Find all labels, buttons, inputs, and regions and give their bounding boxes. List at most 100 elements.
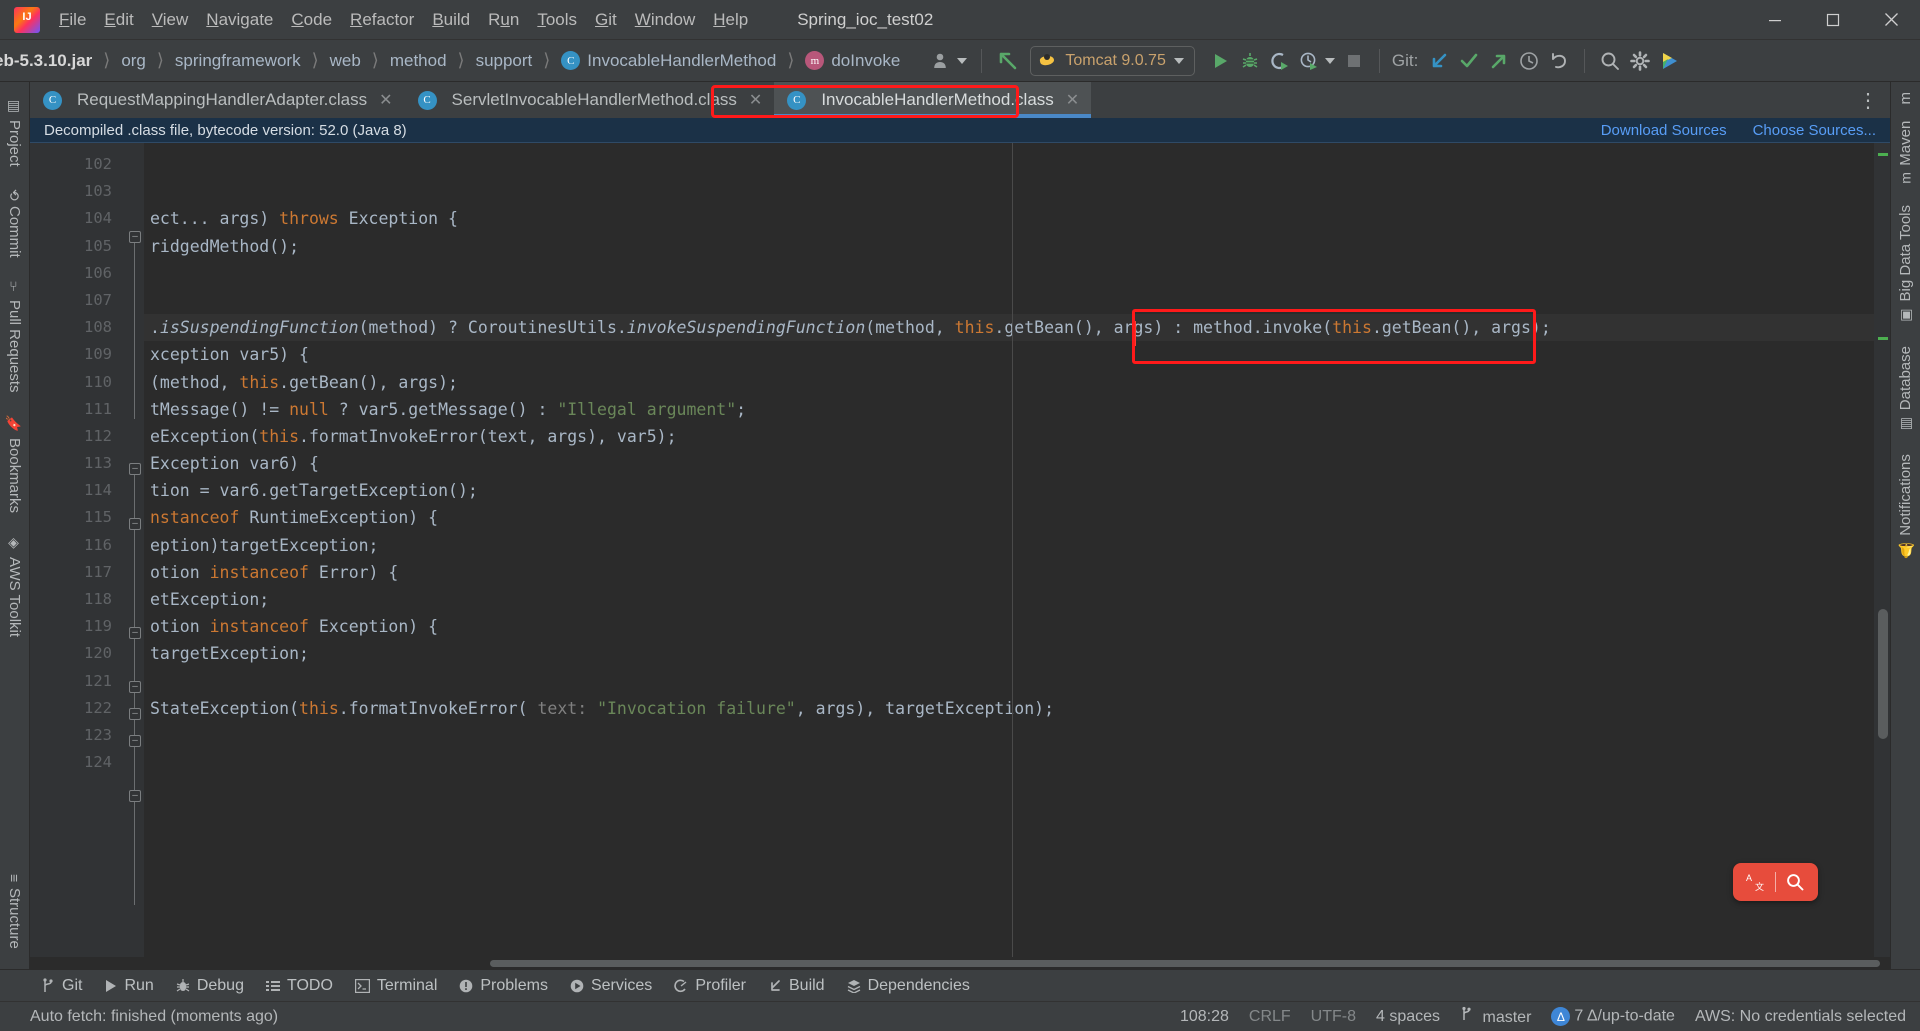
sidebar-item-bookmarks[interactable]: 🔖 Bookmarks bbox=[3, 405, 26, 523]
tool-window-services[interactable]: Services bbox=[559, 974, 663, 998]
sidebar-item-structure[interactable]: ≡ Structure bbox=[3, 864, 26, 959]
code-line[interactable] bbox=[144, 178, 1874, 205]
sidebar-item-project[interactable]: ▤ Project bbox=[3, 88, 26, 177]
close-icon[interactable]: ✕ bbox=[749, 90, 762, 110]
tool-window-todo[interactable]: TODO bbox=[255, 974, 344, 998]
menu-edit[interactable]: Edit bbox=[95, 6, 142, 34]
code-line[interactable]: ridgedMethod(); bbox=[144, 233, 1874, 260]
menu-navigate[interactable]: Navigate bbox=[197, 6, 282, 34]
code-line[interactable] bbox=[144, 722, 1874, 749]
floating-search-widget[interactable]: A 文 bbox=[1733, 863, 1818, 901]
debug-button[interactable] bbox=[1235, 46, 1265, 76]
fold-toggle-icon[interactable]: – bbox=[129, 231, 141, 243]
caret-position[interactable]: 108:28 bbox=[1180, 1008, 1229, 1026]
code-line[interactable] bbox=[144, 287, 1874, 314]
sidebar-item-maven-m[interactable]: m bbox=[1894, 88, 1917, 109]
breadcrumb-item-web[interactable]: web bbox=[328, 49, 363, 73]
code-line[interactable]: etException; bbox=[144, 586, 1874, 613]
menu-help[interactable]: Help bbox=[704, 6, 757, 34]
download-sources-link[interactable]: Download Sources bbox=[1601, 122, 1727, 139]
code-line[interactable]: otion instanceof Exception) { bbox=[144, 613, 1874, 640]
close-icon[interactable]: ✕ bbox=[379, 90, 392, 110]
ide-feature-icon[interactable] bbox=[1655, 46, 1685, 76]
code-line[interactable]: tion = var6.getTargetException(); bbox=[144, 477, 1874, 504]
breadcrumb-item-springframework[interactable]: springframework bbox=[173, 49, 303, 73]
minimize-icon[interactable] bbox=[1746, 0, 1804, 39]
code-content[interactable]: ect... args) throws Exception { ridgedMe… bbox=[144, 143, 1874, 957]
file-encoding[interactable]: UTF-8 bbox=[1311, 1008, 1356, 1026]
sidebar-item-notifications[interactable]: 🔔 Notifications bbox=[1894, 444, 1917, 569]
tab-request-mapping-handler-adapter[interactable]: C RequestMappingHandlerAdapter.class ✕ bbox=[30, 82, 405, 118]
breadcrumb-item-method-doinvoke[interactable]: m doInvoke bbox=[803, 49, 902, 73]
tool-window-dependencies[interactable]: Dependencies bbox=[836, 974, 981, 998]
code-line[interactable] bbox=[144, 151, 1874, 178]
code-line[interactable]: tMessage() != null ? var5.getMessage() :… bbox=[144, 396, 1874, 423]
code-line[interactable]: nstanceof RuntimeException) { bbox=[144, 504, 1874, 531]
menu-build[interactable]: Build bbox=[423, 6, 479, 34]
more-options-icon[interactable]: ⋮ bbox=[1846, 82, 1890, 118]
close-icon[interactable] bbox=[1862, 0, 1920, 39]
editor-marker-bar[interactable] bbox=[1874, 143, 1890, 957]
gear-icon[interactable] bbox=[1625, 46, 1655, 76]
tool-window-profiler[interactable]: Profiler bbox=[663, 974, 757, 998]
rollback-undo-icon[interactable] bbox=[1544, 46, 1574, 76]
vertical-scrollbar-thumb[interactable] bbox=[1878, 609, 1888, 739]
code-line[interactable]: otion instanceof Error) { bbox=[144, 559, 1874, 586]
code-line[interactable]: eException(this.formatInvokeError(text, … bbox=[144, 423, 1874, 450]
arrow-up-left-icon[interactable] bbox=[992, 46, 1024, 76]
tool-window-problems[interactable]: Problems bbox=[448, 974, 559, 998]
sidebar-item-database[interactable]: ▤ Database bbox=[1894, 336, 1917, 442]
sidebar-item-pull-requests[interactable]: ⑂ Pull Requests bbox=[3, 270, 26, 403]
horizontal-scrollbar[interactable] bbox=[30, 957, 1890, 969]
breadcrumb-item-support[interactable]: support bbox=[474, 49, 535, 73]
code-line[interactable] bbox=[144, 260, 1874, 287]
tab-servlet-invocable-handler-method[interactable]: C ServletInvocableHandlerMethod.class ✕ bbox=[405, 82, 775, 118]
fold-toggle-icon[interactable]: – bbox=[129, 708, 141, 720]
run-configuration-selector[interactable]: Tomcat 9.0.75 bbox=[1030, 45, 1195, 76]
code-line-current[interactable]: .isSuspendingFunction(method) ? Coroutin… bbox=[144, 314, 1874, 342]
update-project-icon[interactable] bbox=[1424, 46, 1454, 76]
horizontal-scrollbar-thumb[interactable] bbox=[490, 960, 1880, 967]
fold-toggle-icon[interactable]: – bbox=[129, 518, 141, 530]
push-arrow-icon[interactable] bbox=[1484, 46, 1514, 76]
fold-toggle-icon[interactable]: – bbox=[129, 627, 141, 639]
code-folding-gutter[interactable]: – – – – – – – – bbox=[126, 143, 144, 957]
search-icon[interactable] bbox=[1595, 46, 1625, 76]
aws-credentials-widget[interactable]: AWS: No credentials selected bbox=[1695, 1008, 1906, 1026]
menu-git[interactable]: Git bbox=[586, 6, 626, 34]
maximize-icon[interactable] bbox=[1804, 0, 1862, 39]
sidebar-item-aws-toolkit[interactable]: ◈ AWS Toolkit bbox=[3, 525, 26, 647]
translate-icon[interactable]: A 文 bbox=[1737, 863, 1775, 901]
code-line[interactable]: ect... args) throws Exception { bbox=[144, 205, 1874, 232]
indent-setting[interactable]: 4 spaces bbox=[1376, 1008, 1440, 1026]
code-line[interactable]: eption)targetException; bbox=[144, 532, 1874, 559]
run-with-coverage-button[interactable] bbox=[1265, 46, 1295, 76]
run-button[interactable] bbox=[1205, 46, 1235, 76]
search-icon[interactable] bbox=[1776, 863, 1814, 901]
menu-run[interactable]: Run bbox=[479, 6, 528, 34]
tool-window-run[interactable]: Run bbox=[93, 974, 164, 998]
tool-window-git[interactable]: Git bbox=[30, 974, 93, 998]
menu-window[interactable]: Window bbox=[626, 6, 704, 34]
code-editor[interactable]: 102 103 104 105 106 107 108 109 110 111 … bbox=[30, 143, 1890, 957]
menu-tools[interactable]: Tools bbox=[528, 6, 586, 34]
breadcrumb-item-org[interactable]: org bbox=[119, 49, 148, 73]
menu-code[interactable]: Code bbox=[282, 6, 341, 34]
fold-toggle-icon[interactable]: – bbox=[129, 790, 141, 802]
fold-toggle-icon[interactable]: – bbox=[129, 463, 141, 475]
sidebar-item-commit[interactable]: ⟲ Commit bbox=[3, 179, 26, 268]
tool-window-terminal[interactable]: Terminal bbox=[344, 974, 448, 998]
sidebar-item-maven[interactable]: m Maven bbox=[1894, 111, 1917, 194]
tool-window-debug[interactable]: Debug bbox=[165, 974, 255, 998]
breadcrumb-item-class[interactable]: C InvocableHandlerMethod bbox=[559, 49, 778, 73]
menu-view[interactable]: View bbox=[143, 6, 198, 34]
update-status-widget[interactable]: Δ7 Δ/up-to-date bbox=[1551, 1007, 1675, 1026]
tab-invocable-handler-method[interactable]: C InvocableHandlerMethod.class ✕ bbox=[774, 82, 1092, 118]
git-branch-widget[interactable]: master bbox=[1460, 1006, 1531, 1027]
code-line[interactable] bbox=[144, 749, 1874, 776]
close-icon[interactable]: ✕ bbox=[1066, 90, 1079, 110]
breadcrumb-item-method[interactable]: method bbox=[388, 49, 449, 73]
menu-file[interactable]: File bbox=[50, 6, 95, 34]
code-line[interactable]: (method, this.getBean(), args); bbox=[144, 369, 1874, 396]
code-line[interactable]: Exception var6) { bbox=[144, 450, 1874, 477]
